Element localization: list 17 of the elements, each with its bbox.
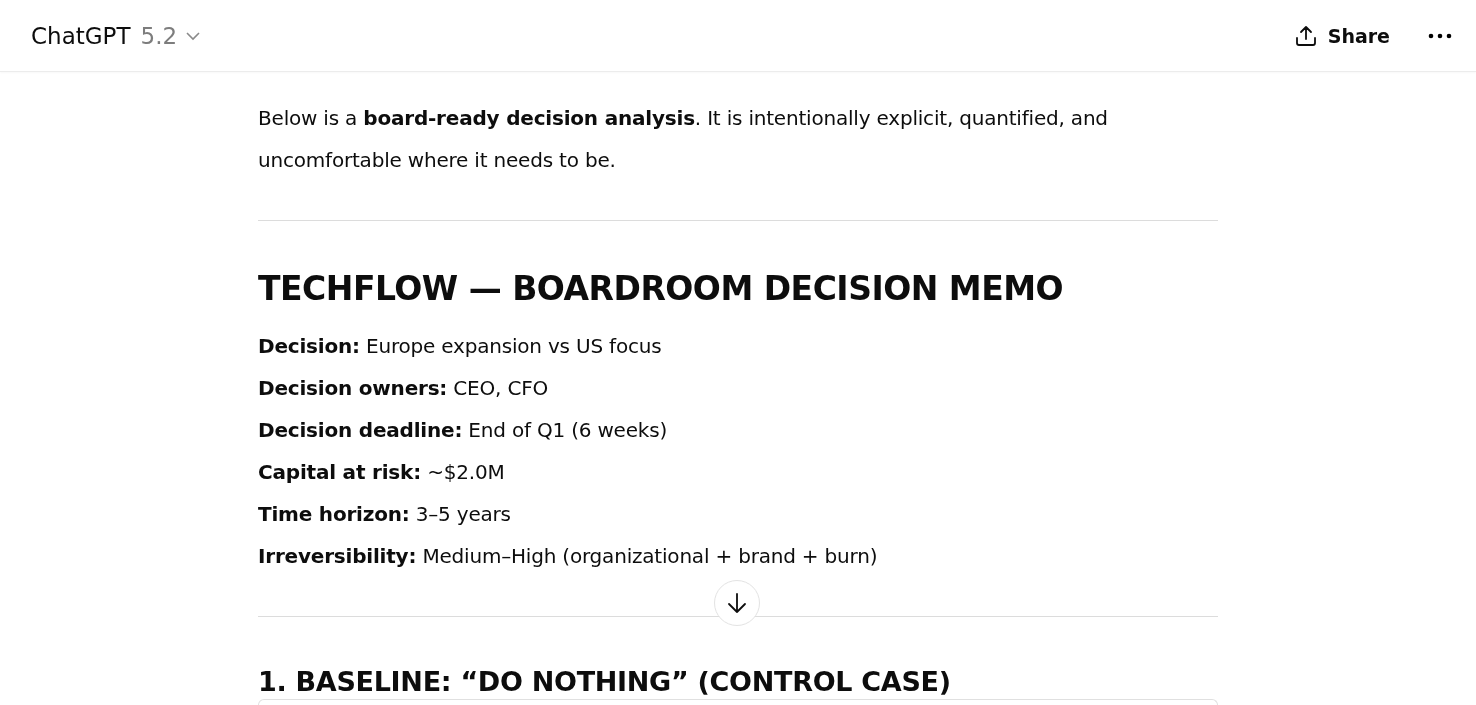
intro-paragraph: Below is a board-ready decision analysis. It is intentionally explicit, quantified, and uncomfortable where it needs to be. — [258, 105, 1109, 174]
memo-field: Decision owners: CEO, CFO — [258, 367, 1218, 409]
memo-field: Decision deadline: End of Q1 (6 weeks) — [258, 409, 1218, 451]
memo-field: Capital at risk: ~$2.0M — [258, 451, 1218, 493]
section-heading: 1. BASELINE: “DO NOTHING” (CONTROL CASE) — [258, 666, 951, 697]
model-selector[interactable]: 5.2 — [136, 18, 206, 53]
memo-field: Decision: Europe expansion vs US focus — [258, 325, 1218, 367]
more-icon — [1428, 32, 1452, 39]
memo-title: TECHFLOW — BOARDROOM DECISION MEMO — [258, 268, 1065, 310]
memo-field: Irreversibility: Medium–High (organizational + brand + burn) — [258, 535, 1218, 577]
scroll-down-button[interactable] — [714, 580, 760, 626]
memo-field: Time horizon: 3–5 years — [258, 493, 1218, 535]
share-button[interactable]: Share — [1289, 19, 1394, 52]
share-icon — [1293, 23, 1318, 48]
arrow-down-icon — [727, 592, 747, 614]
chevron-down-icon — [185, 30, 202, 41]
app-title: ChatGPT — [31, 22, 131, 49]
